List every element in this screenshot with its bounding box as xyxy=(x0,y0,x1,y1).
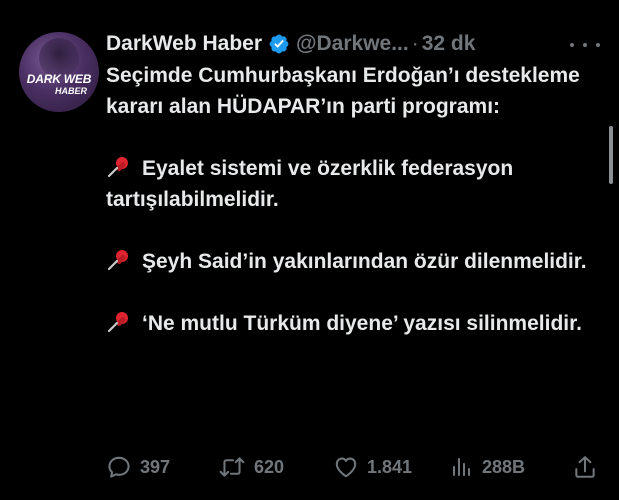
scrollbar[interactable] xyxy=(609,126,613,184)
timestamp[interactable]: 32 dk xyxy=(422,32,476,56)
list-item: Eyalet sistemi ve özerklik federasyon ta… xyxy=(106,153,596,215)
retweet-icon xyxy=(219,457,245,477)
author-name[interactable]: DarkWeb Haber xyxy=(106,32,262,56)
verified-badge-icon[interactable] xyxy=(268,33,290,55)
tweet-text: Seçimde Cumhurbaşkanı Erdoğan’ı destekle… xyxy=(106,60,596,339)
like-count: 1.841 xyxy=(367,456,413,477)
reply-button[interactable]: 397 xyxy=(106,452,170,482)
pushpin-icon xyxy=(107,250,128,271)
tweet-intro: Seçimde Cumhurbaşkanı Erdoğan’ı destekle… xyxy=(106,64,580,118)
pushpin-icon xyxy=(107,157,128,178)
avatar-logo-subtext: HABER xyxy=(55,86,88,96)
author-handle[interactable]: @Darkwe... xyxy=(296,32,409,56)
like-button[interactable]: 1.841 xyxy=(333,452,412,482)
list-item: Şeyh Said’in yakınlarından özür dilenmel… xyxy=(106,246,596,277)
list-item: ‘Ne mutlu Türküm diyene’ yazısı silinmel… xyxy=(106,308,596,339)
more-icon[interactable] xyxy=(570,35,600,55)
retweet-button[interactable]: 620 xyxy=(218,452,284,482)
list-item-text: ‘Ne mutlu Türküm diyene’ yazısı silinmel… xyxy=(142,312,582,335)
action-bar: 397 620 1.841 288B xyxy=(106,452,602,482)
tweet[interactable]: DARK WEB HABER DarkWeb Haber @Darkwe... … xyxy=(0,0,619,500)
separator: · xyxy=(411,32,419,55)
views-button[interactable]: 288B xyxy=(450,452,525,482)
views-icon xyxy=(453,458,470,476)
reply-icon xyxy=(108,456,130,478)
like-icon xyxy=(335,457,357,478)
pushpin-icon xyxy=(107,312,128,333)
avatar[interactable]: DARK WEB HABER xyxy=(19,32,99,112)
list-item-text: Eyalet sistemi ve özerklik federasyon ta… xyxy=(106,157,514,211)
retweet-count: 620 xyxy=(254,456,285,477)
views-count: 288B xyxy=(482,456,526,477)
share-button[interactable] xyxy=(572,452,598,482)
share-icon xyxy=(575,456,595,478)
avatar-logo-text: DARK WEB xyxy=(26,72,92,86)
reply-count: 397 xyxy=(140,456,171,477)
tweet-header: DarkWeb Haber @Darkwe... · 32 dk xyxy=(106,30,475,58)
list-item-text: Şeyh Said’in yakınlarından özür dilenmel… xyxy=(142,250,587,273)
